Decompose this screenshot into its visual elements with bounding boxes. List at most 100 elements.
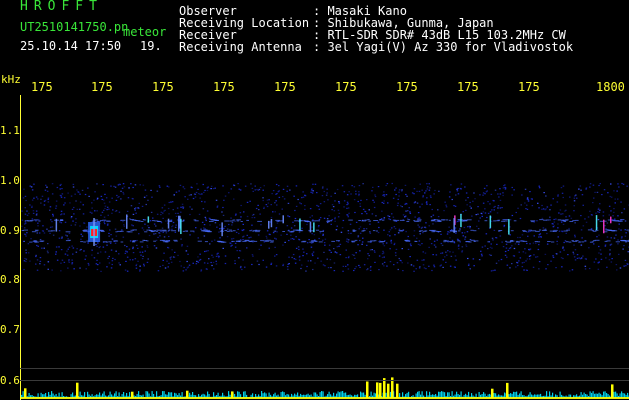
noise-pixel xyxy=(613,237,616,239)
echo-line-pixel xyxy=(351,241,355,243)
echo-line-pixel xyxy=(80,241,84,243)
echo-line-pixel xyxy=(310,240,314,242)
antenna-label: Receiving Antenna xyxy=(179,40,302,54)
noise-pixel xyxy=(118,262,120,264)
noise-pixel xyxy=(526,269,528,271)
noise-pixel xyxy=(94,191,96,193)
noise-pixel xyxy=(281,208,283,210)
noise-pixel xyxy=(524,252,527,254)
noise-pixel xyxy=(328,244,331,246)
noise-pixel xyxy=(615,264,618,266)
noise-pixel xyxy=(353,199,356,201)
noise-pixel xyxy=(383,200,385,202)
noise-pixel xyxy=(562,185,565,187)
noise-pixel xyxy=(480,250,482,252)
noise-pixel xyxy=(528,248,530,251)
noise-pixel xyxy=(276,204,278,206)
echo-line-pixel xyxy=(331,240,335,242)
noise-pixel xyxy=(609,254,611,256)
noise-pixel xyxy=(602,215,605,217)
echo-line-pixel xyxy=(143,219,147,221)
noise-pixel xyxy=(49,232,51,234)
noise-pixel xyxy=(75,251,78,253)
noise-pixel xyxy=(331,209,333,211)
noise-pixel xyxy=(574,249,577,251)
echo-line-pixel xyxy=(496,220,500,222)
echo-line-pixel xyxy=(293,229,298,231)
noise-pixel xyxy=(45,184,47,186)
noise-pixel xyxy=(383,217,386,219)
noise-pixel xyxy=(336,246,339,248)
noise-pixel xyxy=(473,265,475,267)
echo-line-pixel xyxy=(591,241,594,243)
noise-pixel xyxy=(484,245,486,247)
noise-pixel xyxy=(354,268,356,270)
noise-pixel xyxy=(317,257,319,259)
noise-pixel xyxy=(362,183,364,185)
noise-pixel xyxy=(345,249,347,251)
noise-pixel xyxy=(173,194,175,196)
noise-pixel xyxy=(541,208,543,210)
noise-pixel xyxy=(134,184,137,186)
noise-pixel xyxy=(433,266,436,268)
noise-pixel xyxy=(181,203,184,205)
echo-line-pixel xyxy=(33,219,38,221)
noise-pixel xyxy=(29,204,31,206)
noise-pixel xyxy=(208,258,210,260)
noise-pixel xyxy=(103,216,106,218)
noise-pixel xyxy=(512,255,515,257)
echo-line-pixel xyxy=(127,231,133,233)
noise-pixel xyxy=(467,197,469,199)
noise-pixel xyxy=(297,198,299,201)
noise-pixel xyxy=(332,206,335,208)
noise-pixel xyxy=(492,269,494,272)
noise-pixel xyxy=(283,198,286,200)
noise-pixel xyxy=(401,262,403,264)
noise-pixel xyxy=(132,252,135,254)
noise-pixel xyxy=(134,258,137,260)
echo-line-pixel xyxy=(204,241,208,243)
noise-pixel xyxy=(158,185,161,187)
echo-line-pixel xyxy=(354,239,358,241)
noise-pixel xyxy=(422,196,424,198)
noise-pixel xyxy=(129,240,132,242)
echo-line-pixel xyxy=(120,241,124,243)
noise-pixel xyxy=(158,232,160,234)
noise-pixel xyxy=(115,250,117,252)
noise-pixel xyxy=(35,263,37,265)
noise-pixel xyxy=(335,229,338,231)
noise-pixel xyxy=(393,226,396,228)
noise-pixel xyxy=(68,261,70,263)
noise-pixel xyxy=(626,185,628,187)
noise-pixel xyxy=(421,243,423,245)
noise-pixel xyxy=(39,239,42,241)
noise-pixel xyxy=(369,269,372,271)
noise-pixel xyxy=(108,255,110,258)
noise-pixel xyxy=(30,238,32,240)
noise-pixel xyxy=(618,228,620,230)
noise-pixel xyxy=(353,254,355,256)
noise-pixel xyxy=(109,229,111,231)
noise-pixel xyxy=(224,262,227,265)
noise-pixel xyxy=(405,231,407,233)
noise-pixel xyxy=(484,212,487,214)
echo-line-pixel xyxy=(375,230,378,232)
echo-line-pixel xyxy=(190,230,195,232)
echo-line-pixel xyxy=(592,230,597,232)
noise-pixel xyxy=(170,201,172,203)
noise-pixel xyxy=(192,262,194,264)
echo-line-pixel xyxy=(543,229,547,231)
noise-pixel xyxy=(565,216,567,218)
noise-pixel xyxy=(423,267,426,269)
echo-count: 19. xyxy=(140,39,162,53)
echo-line-pixel xyxy=(560,219,565,221)
noise-pixel xyxy=(322,233,324,235)
echo-line-pixel xyxy=(473,230,477,232)
noise-pixel xyxy=(466,231,469,233)
noise-pixel xyxy=(142,184,145,186)
noise-pixel xyxy=(230,217,232,219)
noise-pixel xyxy=(144,223,146,225)
echo-line-pixel xyxy=(581,241,585,243)
noise-pixel xyxy=(580,257,583,259)
echo-line-pixel xyxy=(171,230,177,232)
